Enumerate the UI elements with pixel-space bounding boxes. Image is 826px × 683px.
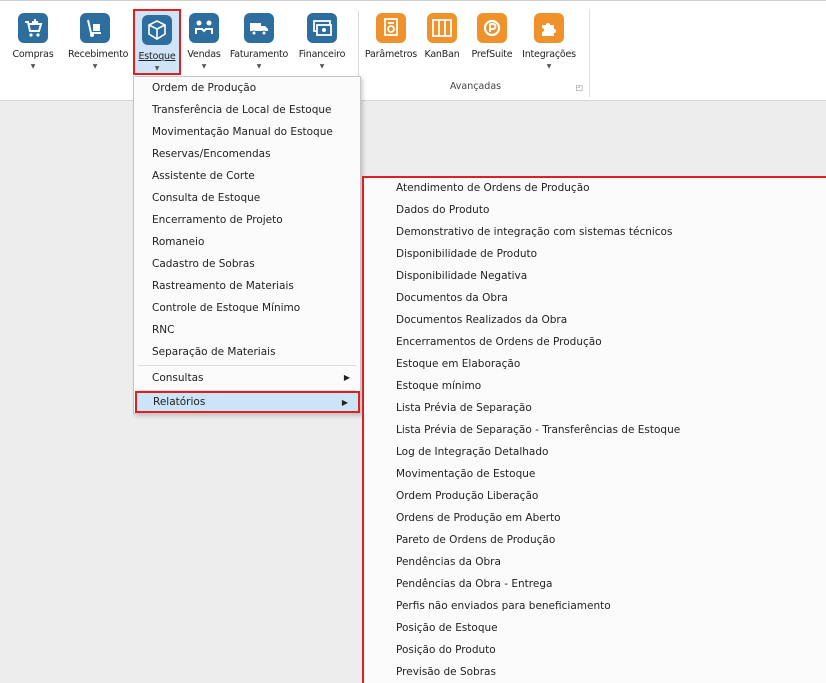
parametros-button[interactable]: Parâmetros <box>362 9 420 75</box>
ribbon: Compras ▼ Recebimento ▼ Estoque ▼ Vendas… <box>0 0 826 101</box>
submenu-item-encerramentos-ordens-producao[interactable]: Encerramentos de Ordens de Produção <box>396 332 602 352</box>
prefsuite-label: PrefSuite <box>471 49 513 60</box>
menu-item-movimentacao-manual-estoque[interactable]: Movimentação Manual do Estoque <box>134 121 360 143</box>
submenu-item-estoque-em-elaboracao[interactable]: Estoque em Elaboração <box>396 354 520 374</box>
hand-truck-icon <box>80 13 110 43</box>
integracoes-label: Integrações <box>522 49 576 60</box>
cart-icon <box>18 13 48 43</box>
estoque-button[interactable]: Estoque ▼ <box>133 9 181 75</box>
compras-button[interactable]: Compras ▼ <box>6 9 60 75</box>
submenu-item-disponibilidade-negativa[interactable]: Disponibilidade Negativa <box>396 266 527 286</box>
submenu-item-demonstrativo-integracao[interactable]: Demonstrativo de integração com sistemas… <box>396 222 672 242</box>
submenu-item-posicao-do-produto[interactable]: Posição do Produto <box>396 640 496 660</box>
menu-item-rnc[interactable]: RNC <box>134 319 360 341</box>
menu-item-assistente-de-corte[interactable]: Assistente de Corte <box>134 165 360 187</box>
relatorios-submenu: Atendimento de Ordens de Produção Dados … <box>362 176 826 683</box>
menu-separator <box>138 365 356 366</box>
submenu-item-posicao-de-estoque[interactable]: Posição de Estoque <box>396 618 498 638</box>
financeiro-button[interactable]: Financeiro ▼ <box>294 9 350 75</box>
submenu-arrow-icon: ▶ <box>341 398 348 407</box>
vendas-label: Vendas <box>187 49 221 60</box>
submenu-item-documentos-realizados-obra[interactable]: Documentos Realizados da Obra <box>396 310 567 330</box>
submenu-item-dados-do-produto[interactable]: Dados do Produto <box>396 200 489 220</box>
menu-item-consulta-de-estoque[interactable]: Consulta de Estoque <box>134 187 360 209</box>
dropdown-arrow-icon: ▼ <box>256 63 262 70</box>
consultas-label: Consultas <box>152 372 204 384</box>
submenu-arrow-icon: ▶ <box>343 373 350 382</box>
submenu-item-lista-previa-separacao-transferencias[interactable]: Lista Prévia de Separação - Transferênci… <box>396 420 680 440</box>
boxes-icon <box>142 15 172 45</box>
submenu-item-estoque-minimo[interactable]: Estoque mínimo <box>396 376 481 396</box>
vendas-button[interactable]: Vendas ▼ <box>182 9 226 75</box>
settings-doc-icon <box>376 13 406 43</box>
kanban-button[interactable]: KanBan <box>420 9 464 75</box>
submenu-item-ordens-producao-em-aberto[interactable]: Ordens de Produção em Aberto <box>396 508 561 528</box>
menu-item-controle-estoque-minimo[interactable]: Controle de Estoque Mínimo <box>134 297 360 319</box>
menu-item-rastreamento-de-materiais[interactable]: Rastreamento de Materiais <box>134 275 360 297</box>
submenu-item-previsao-de-sobras[interactable]: Previsão de Sobras <box>396 662 496 682</box>
submenu-item-pendencias-da-obra[interactable]: Pendências da Obra <box>396 552 501 572</box>
menu-item-cadastro-de-sobras[interactable]: Cadastro de Sobras <box>134 253 360 275</box>
submenu-item-log-integracao-detalhado[interactable]: Log de Integração Detalhado <box>396 442 548 462</box>
recebimento-button[interactable]: Recebimento ▼ <box>68 9 129 75</box>
prefsuite-button[interactable]: PrefSuite <box>466 9 518 75</box>
submenu-item-ordem-producao-liberacao[interactable]: Ordem Produção Liberação <box>396 486 538 506</box>
kanban-icon <box>427 13 457 43</box>
avancadas-group-label: Avançadas <box>449 81 502 92</box>
menu-item-ordem-de-producao[interactable]: Ordem de Produção <box>134 77 360 99</box>
compras-label: Compras <box>12 49 54 60</box>
financeiro-label: Financeiro <box>298 49 346 60</box>
estoque-label: Estoque <box>138 51 176 62</box>
ribbon-group-avancadas: Parâmetros KanBan PrefSuite Integrações … <box>362 9 590 97</box>
submenu-item-pendencias-da-obra-entrega[interactable]: Pendências da Obra - Entrega <box>396 574 552 594</box>
dropdown-arrow-icon: ▼ <box>30 63 36 70</box>
truck-icon <box>244 13 274 43</box>
dropdown-arrow-icon: ▼ <box>201 63 207 70</box>
parametros-label: Parâmetros <box>364 49 418 60</box>
submenu-item-lista-previa-separacao[interactable]: Lista Prévia de Separação <box>396 398 532 418</box>
submenu-item-pareto-ordens-producao[interactable]: Pareto de Ordens de Produção <box>396 530 555 550</box>
kanban-label: KanBan <box>424 49 460 60</box>
menu-item-encerramento-de-projeto[interactable]: Encerramento de Projeto <box>134 209 360 231</box>
integracoes-button[interactable]: Integrações ▼ <box>520 9 578 75</box>
submenu-item-movimentacao-de-estoque[interactable]: Movimentação de Estoque <box>396 464 535 484</box>
menu-item-consultas[interactable]: Consultas ▶ <box>134 367 360 389</box>
dropdown-arrow-icon: ▼ <box>154 65 160 72</box>
submenu-item-documentos-da-obra[interactable]: Documentos da Obra <box>396 288 508 308</box>
menu-item-romaneio[interactable]: Romaneio <box>134 231 360 253</box>
menu-item-transferencia-local-estoque[interactable]: Transferência de Local de Estoque <box>134 99 360 121</box>
dropdown-arrow-icon: ▼ <box>92 63 98 70</box>
submenu-item-perfis-nao-enviados[interactable]: Perfis não enviados para beneficiamento <box>396 596 611 616</box>
submenu-item-disponibilidade-de-produto[interactable]: Disponibilidade de Produto <box>396 244 537 264</box>
menu-item-reservas-encomendas[interactable]: Reservas/Encomendas <box>134 143 360 165</box>
cash-icon <box>307 13 337 43</box>
dropdown-arrow-icon: ▼ <box>546 63 552 70</box>
puzzle-icon <box>534 13 564 43</box>
menu-item-separacao-de-materiais[interactable]: Separação de Materiais <box>134 341 360 363</box>
dialog-launcher-icon[interactable]: ◰ <box>575 83 583 92</box>
handshake-icon <box>189 13 219 43</box>
submenu-item-atendimento-ordens-producao[interactable]: Atendimento de Ordens de Produção <box>396 178 590 198</box>
faturamento-button[interactable]: Faturamento ▼ <box>228 9 290 75</box>
dropdown-arrow-icon: ▼ <box>319 63 325 70</box>
recebimento-label: Recebimento <box>68 49 129 60</box>
menu-item-relatorios[interactable]: Relatórios ▶ <box>135 391 360 413</box>
faturamento-label: Faturamento <box>229 49 289 60</box>
relatorios-label: Relatórios <box>153 396 206 408</box>
prefsuite-icon <box>477 13 507 43</box>
estoque-dropdown-menu: Ordem de Produção Transferência de Local… <box>133 76 361 414</box>
